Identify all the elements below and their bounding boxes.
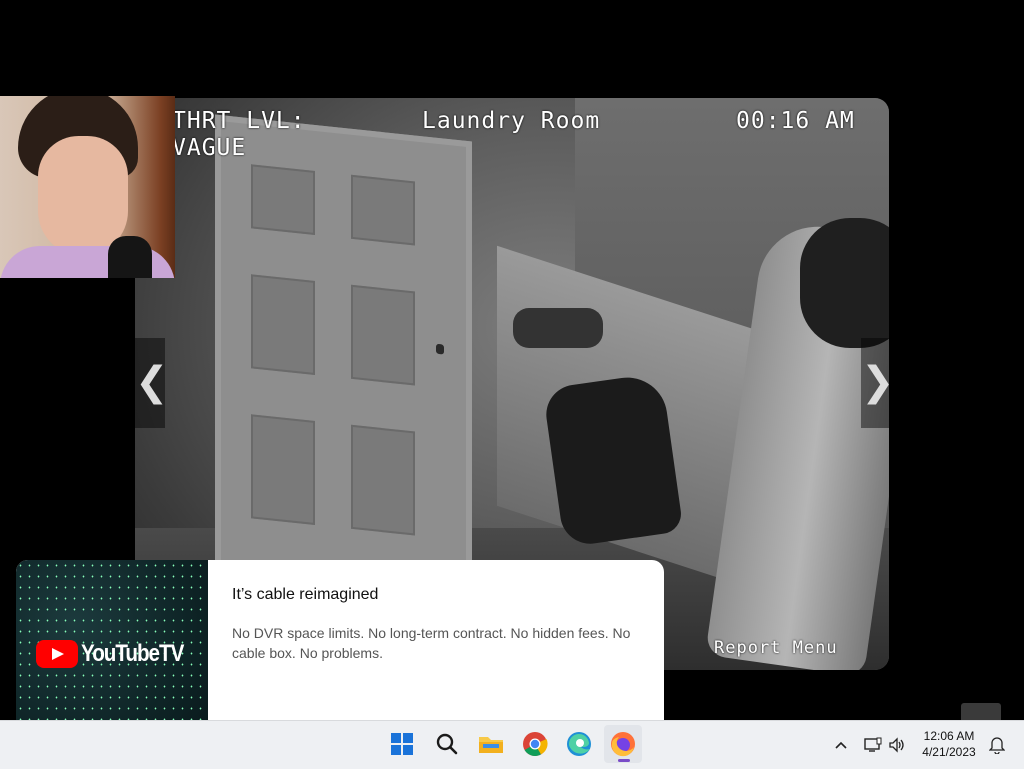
clock-time: 12:06 AM — [923, 729, 975, 743]
network-button[interactable] — [862, 721, 884, 769]
firefox-button[interactable] — [604, 725, 642, 763]
door-panel — [351, 284, 415, 386]
youtube-play-icon — [36, 640, 78, 668]
taskbar: 12:06 AM 4/21/2023 — [0, 720, 1024, 769]
microphone-icon — [108, 236, 152, 278]
youtube-tv-brand: YouTubeTV — [81, 640, 184, 667]
windows-icon — [391, 733, 413, 755]
start-button[interactable] — [383, 725, 421, 763]
network-icon — [864, 737, 882, 752]
next-camera-arrow[interactable]: ❯ — [861, 338, 889, 428]
channel-avatar[interactable] — [961, 703, 1001, 720]
youtube-tv-logo: YouTubeTV — [36, 640, 200, 668]
threat-level-value: VAGUE — [172, 135, 247, 161]
door-panel — [351, 174, 415, 246]
ad-thumbnail[interactable]: YouTubeTV — [16, 560, 208, 720]
ad-card[interactable]: YouTubeTV It’s cable reimagined No DVR s… — [16, 560, 664, 720]
speaker-icon — [889, 737, 904, 753]
search-button[interactable] — [428, 725, 466, 763]
notification-bell-icon — [989, 737, 1005, 754]
webcam-face — [38, 136, 128, 256]
file-explorer-button[interactable] — [472, 725, 510, 763]
camera-shirt — [542, 372, 684, 548]
door-panel — [251, 414, 315, 526]
ad-title[interactable]: It’s cable reimagined — [232, 586, 378, 604]
edge-button[interactable] — [560, 725, 598, 763]
volume-button[interactable] — [886, 721, 908, 769]
camera-time: 00:16 AM — [736, 108, 855, 134]
door-knob — [436, 343, 444, 355]
door-panel — [251, 274, 315, 376]
ad-description: No DVR space limits. No long-term contra… — [232, 625, 631, 661]
clock[interactable]: 12:06 AM 4/21/2023 — [916, 728, 982, 760]
notification-button[interactable] — [986, 721, 1008, 769]
show-hidden-icons-button[interactable] — [830, 721, 852, 769]
chevron-up-icon — [835, 741, 847, 749]
report-menu-button[interactable]: Report Menu — [714, 638, 838, 658]
camera-clothes-pile — [513, 308, 603, 348]
edge-icon — [567, 732, 591, 756]
chrome-button[interactable] — [516, 725, 554, 763]
clock-date: 4/21/2023 — [922, 745, 976, 759]
camera-door — [215, 114, 472, 594]
search-icon — [436, 733, 458, 755]
door-panel — [351, 424, 415, 536]
chrome-icon — [523, 732, 548, 757]
door-panel — [251, 164, 315, 236]
threat-level-label: THRT LVL: — [172, 108, 306, 134]
room-name: Laundry Room — [422, 108, 601, 134]
camera-heater-top — [800, 218, 889, 348]
webcam-overlay — [0, 96, 175, 278]
prev-camera-arrow[interactable]: ❮ — [135, 338, 169, 428]
firefox-icon — [611, 732, 635, 757]
active-app-indicator — [618, 759, 630, 762]
folder-icon — [479, 737, 503, 753]
